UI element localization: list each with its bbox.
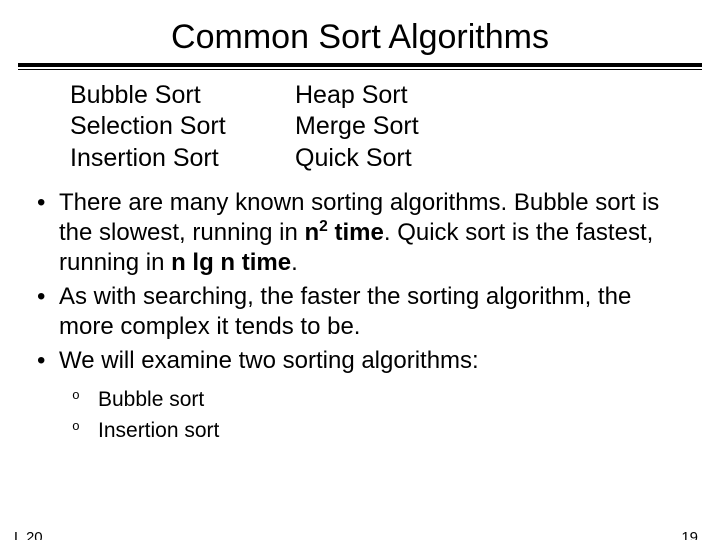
slide: Common Sort Algorithms Bubble Sort Selec… [0,18,720,540]
column-left: Bubble Sort Selection Sort Insertion Sor… [70,80,295,174]
footer-lecture-number: L 20 [14,529,43,540]
bullet-text: As with searching, the faster the sortin… [59,283,631,340]
algo-item: Selection Sort [70,111,295,142]
sub-text: Insertion sort [98,419,219,442]
footer-page-number: 19 [681,529,698,540]
algo-item: Bubble Sort [70,80,295,111]
time-text-1: time [328,219,384,246]
bullet-3: We will examine two sorting algorithms: [35,346,685,376]
algo-item: Quick Sort [295,143,419,174]
algo-item: Heap Sort [295,80,419,111]
bullets-list: There are many known sorting algorithms.… [0,188,720,376]
sub-bullets-list: Bubble sort Insertion sort [0,380,720,447]
title-rule [18,63,702,70]
bullet-text: . [291,249,298,276]
n-text: n [304,219,319,246]
rule-thin [18,69,702,70]
algo-item: Insertion Sort [70,143,295,174]
bullet-2: As with searching, the faster the sortin… [35,282,685,342]
nlgn-bold: n lg n time [171,249,291,276]
algorithm-columns: Bubble Sort Selection Sort Insertion Sor… [0,80,720,174]
sub-bullet: Insertion sort [72,415,720,447]
sub-bullet: Bubble sort [72,384,720,416]
algo-item: Merge Sort [295,111,419,142]
n2-exponent: 2 [319,218,328,235]
bullet-text: We will examine two sorting algorithms: [59,347,479,374]
rule-thick [18,63,702,67]
column-right: Heap Sort Merge Sort Quick Sort [295,80,419,174]
slide-title: Common Sort Algorithms [0,18,720,57]
sub-text: Bubble sort [98,388,204,411]
n2-bold: n2 time [304,219,383,246]
bullet-1: There are many known sorting algorithms.… [35,188,685,278]
